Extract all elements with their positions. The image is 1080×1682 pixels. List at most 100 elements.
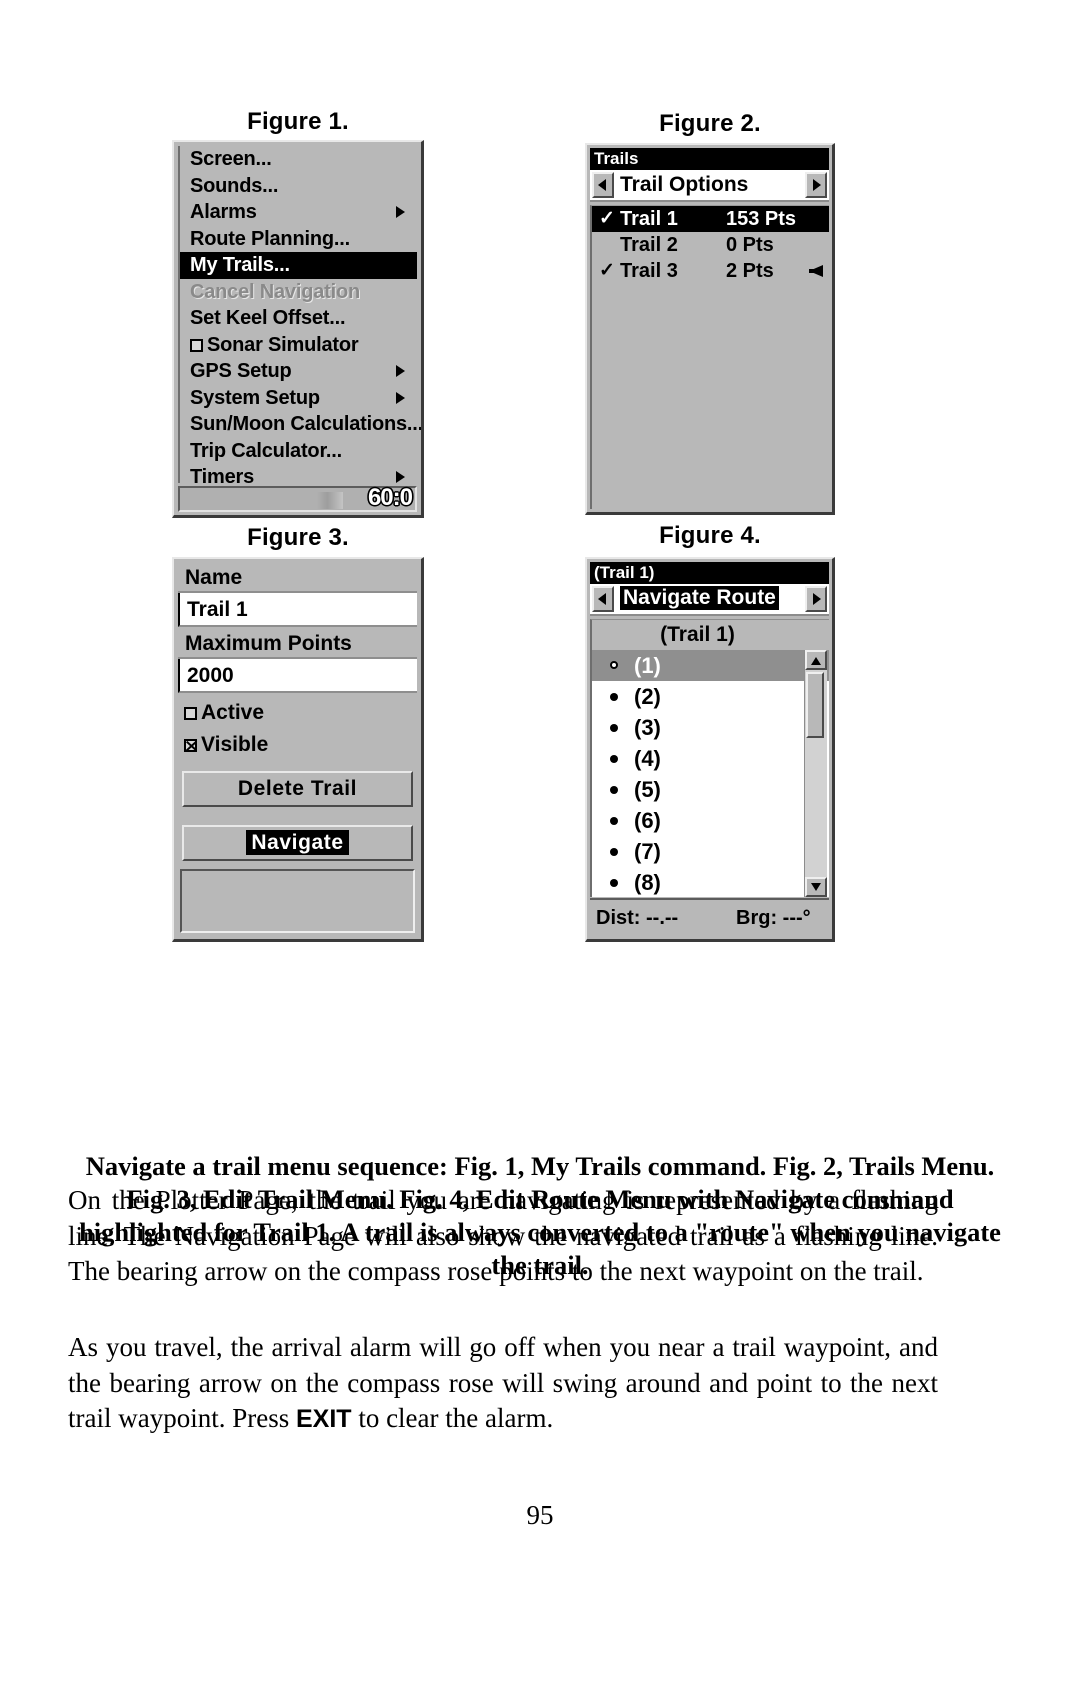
scrollbar-thumb[interactable] [806, 672, 824, 738]
scroll-down-arrow-icon[interactable] [805, 877, 827, 897]
waypoint-row[interactable]: (4) [592, 743, 829, 774]
maximum-points-value[interactable]: 2000 [178, 659, 417, 693]
waypoint-row[interactable]: (1) [592, 650, 829, 681]
waypoint-label: (4) [634, 746, 661, 771]
figure-1-screen: Screen... Sounds... Alarms Route Planning..… [172, 140, 424, 518]
menu-item[interactable]: My Trails... [180, 252, 417, 279]
figure-3-label: Figure 3. [247, 524, 349, 551]
submenu-arrow-icon [396, 206, 405, 219]
menu-item[interactable]: Route Planning... [180, 226, 417, 253]
checkbox-checked-icon[interactable] [184, 739, 197, 752]
delete-trail-label: Delete Trail [237, 777, 358, 800]
menu-item-label: Trip Calculator... [190, 439, 342, 462]
menu-item-label: Timers [190, 466, 255, 488]
checkbox-icon[interactable] [190, 338, 203, 352]
body-paragraph-1: On the Plotter Page, the trail you are n… [68, 1185, 938, 1286]
chevron-left-icon[interactable] [592, 172, 614, 198]
statusbar-smear [317, 492, 343, 509]
exit-key-label: EXIT [295, 1405, 352, 1433]
menu-item-label: Sounds... [190, 174, 279, 197]
scroll-up-arrow-icon[interactable] [805, 650, 827, 670]
route-titlebar: (Trail 1) [590, 562, 829, 584]
waypoint-dot-icon [610, 817, 618, 825]
waypoint-row[interactable]: (5) [592, 774, 829, 805]
figure-3-empty-pane [180, 869, 415, 933]
chevron-right-icon[interactable] [805, 586, 827, 612]
menu-item[interactable]: Set Keel Offset... [180, 305, 417, 332]
check-icon: ✓ [599, 208, 615, 229]
waypoint-dot-icon [610, 755, 618, 763]
navigate-button[interactable]: Navigate [182, 825, 413, 861]
bearing-readout: Brg: ---° [736, 907, 811, 929]
manual-page: Figure 1. Screen... Sounds... Alarms Route … [0, 0, 1080, 1682]
waypoint-row[interactable]: (7) [592, 836, 829, 867]
waypoint-row[interactable]: (6) [592, 805, 829, 836]
waypoint-label: (1) [634, 653, 661, 678]
trail-row[interactable]: Trail 2 0 Pts [592, 232, 829, 258]
menu-item-label: Sonar Simulator [207, 333, 359, 356]
waypoint-dot-icon [610, 786, 618, 794]
active-label: Active [201, 701, 265, 724]
figure-1-statusbar: 60:0 [178, 484, 417, 512]
waypoint-dot-icon [610, 724, 618, 732]
chevron-right-icon[interactable] [805, 172, 827, 198]
cursor-arrow-icon [809, 265, 823, 277]
body-paragraph-2: As you travel, the arrival alarm will go… [68, 1330, 938, 1438]
menu-item[interactable]: Alarms [180, 199, 417, 226]
waypoint-dot-icon [610, 693, 618, 701]
menu-item[interactable]: Screen... [180, 146, 417, 173]
menu-item[interactable]: Sun/Moon Calculations... [180, 411, 421, 438]
waypoint-row[interactable]: (3) [592, 712, 829, 743]
visible-label: Visible [201, 733, 269, 756]
menu-item-label: Set Keel Offset... [190, 307, 346, 329]
waypoint-label: (3) [634, 715, 661, 740]
chevron-left-icon[interactable] [592, 586, 614, 612]
delete-trail-button[interactable]: Delete Trail [182, 771, 413, 807]
trail-name: Trail 2 [620, 234, 678, 256]
menu-item: Cancel Navigation [180, 279, 417, 306]
figure-2-label: Figure 2. [659, 110, 761, 137]
figure-4-screen: (Trail 1) Navigate Route (Trail 1) (1) (2… [585, 557, 835, 942]
active-checkbox-row[interactable]: Active [184, 701, 264, 725]
figure-4-label: Figure 4. [659, 522, 761, 549]
navigate-route-bar[interactable]: Navigate Route [590, 584, 829, 616]
menu-item-label: Cancel Navigation [190, 280, 360, 303]
menu-item[interactable]: GPS Setup [180, 358, 417, 385]
figure-1-label: Figure 1. [247, 108, 349, 135]
trail-options-label: Trail Options [620, 173, 749, 196]
waypoint-row[interactable]: (2) [592, 681, 829, 712]
trail-row[interactable]: ✓ Trail 1 153 Pts [592, 206, 829, 232]
waypoint-label: (6) [634, 808, 661, 833]
trail-options-bar[interactable]: Trail Options [590, 170, 829, 202]
waypoint-label: (2) [634, 684, 661, 709]
vertical-scrollbar[interactable] [804, 650, 827, 897]
statusbar-clock: 60:0 [367, 484, 413, 511]
trail-row[interactable]: ✓ Trail 3 2 Pts [592, 258, 829, 284]
figure-3-screen: Name Trail 1 Maximum Points 2000 Active … [172, 557, 424, 942]
waypoint-row[interactable]: (8) [592, 867, 829, 897]
trails-list: ✓ Trail 1 153 Pts Trail 20 Pts ✓ Trail 32 Pts [590, 205, 829, 509]
distance-readout: Dist: --.-- [596, 907, 679, 929]
route-rows: (1) (2) (3) (4) (5) (6) (7) (8) [592, 650, 829, 897]
menu-item[interactable]: Sonar Simulator [180, 332, 417, 359]
menu-item-label: My Trails... [190, 254, 290, 276]
menu-item-label: Route Planning... [190, 227, 350, 250]
menu-item-label: Screen... [190, 148, 272, 170]
menu-item[interactable]: Sounds... [180, 173, 417, 200]
trail-name: Trail 3 [620, 260, 678, 282]
name-field-value[interactable]: Trail 1 [178, 593, 417, 627]
menu-item[interactable]: System Setup [180, 385, 417, 412]
main-menu-list: Screen... Sounds... Alarms Route Planning..… [178, 146, 421, 488]
menu-item-label: System Setup [190, 386, 320, 409]
trail-points: 153 Pts [726, 208, 797, 230]
figure-2-screen: Trails Trail Options ✓ Trail 1 153 Pts Trai… [585, 143, 835, 515]
visible-checkbox-row[interactable]: Visible [184, 733, 268, 757]
menu-item[interactable]: Trip Calculator... [180, 438, 417, 465]
waypoint-dot-icon [610, 879, 618, 887]
paragraph-2-text-after: to clear the alarm. [351, 1403, 554, 1433]
menu-item-label: GPS Setup [190, 360, 292, 382]
check-icon: ✓ [599, 260, 615, 281]
navigate-label: Navigate [246, 830, 349, 855]
checkbox-icon[interactable] [184, 707, 197, 720]
menu-item-label: Alarms [190, 201, 257, 223]
